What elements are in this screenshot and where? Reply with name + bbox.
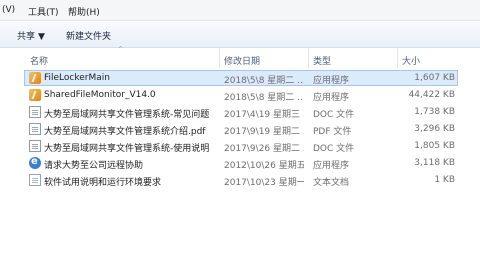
column-type[interactable]: 类型 <box>313 54 331 67</box>
file-name: 软件试用说明和运行环境要求 <box>44 178 162 188</box>
file-name: 请求大势至公司远程协助 <box>44 161 144 171</box>
new-folder-button[interactable]: 新建文件夹 <box>66 29 111 42</box>
command-bar: 共享 ▼ 新建文件夹 <box>0 21 480 48</box>
doc-icon <box>29 106 41 118</box>
column-header: 名称 修改日期 类型 大小 <box>0 48 480 68</box>
file-size: 1,607 KB <box>414 73 455 83</box>
app-icon <box>29 89 41 101</box>
file-name: 大势至局域网共享文件管理系统-使用说明 <box>44 144 210 154</box>
file-row[interactable]: 请求大势至公司远程协助 2012\10\26 星期五 ... 应用程序 3,11… <box>0 155 480 171</box>
file-date: 2012\10\26 星期五 ... <box>224 161 304 171</box>
doc-icon <box>29 140 41 152</box>
file-row[interactable]: 大势至局域网共享文件管理系统-使用说明 2017\9\26 星期二 ... DO… <box>0 138 480 154</box>
file-type: 应用程序 <box>313 93 350 103</box>
column-date[interactable]: 修改日期 <box>224 54 260 67</box>
file-size: 3,296 KB <box>414 124 455 134</box>
share-button[interactable]: 共享 ▼ <box>17 29 45 42</box>
menu-view[interactable]: (V) <box>2 5 15 15</box>
file-type: DOC 文件 <box>313 110 355 120</box>
file-size: 1 KB <box>434 175 455 185</box>
column-divider[interactable] <box>219 48 220 68</box>
sort-ascending-icon: ^ <box>118 46 124 53</box>
file-date: 2017\9\19 星期二 ... <box>224 127 304 137</box>
column-name[interactable]: 名称 <box>30 54 48 67</box>
column-divider[interactable] <box>397 48 398 68</box>
file-row[interactable]: 软件试用说明和运行环境要求 2017\10\23 星期一 ... 文本文档 1 … <box>0 172 480 188</box>
file-type: 应用程序 <box>313 76 350 86</box>
file-date: 2018\5\8 星期二 ... <box>224 76 304 86</box>
file-size: 44,422 KB <box>408 90 455 100</box>
file-row[interactable]: SharedFileMonitor_V14.0 2018\5\8 星期二 ...… <box>0 87 480 103</box>
file-size: 3,118 KB <box>414 158 455 168</box>
file-row[interactable]: FileLockerMain 2018\5\8 星期二 ... 应用程序 1,6… <box>0 70 480 86</box>
file-row[interactable]: 大势至局域网共享文件管理系统介绍.pdf 2017\9\19 星期二 ... P… <box>0 121 480 137</box>
chevron-down-icon: ▼ <box>38 32 45 42</box>
file-date: 2017\9\26 星期二 ... <box>224 144 304 154</box>
file-date: 2017\4\19 星期三 ... <box>224 110 304 120</box>
remote-app-icon <box>29 156 41 169</box>
file-name: FileLockerMain <box>44 73 110 83</box>
menu-bar: (V) 工具(T) 帮助(H) <box>0 0 480 21</box>
menu-help[interactable]: 帮助(H) <box>68 5 100 18</box>
file-size: 1,738 KB <box>414 107 455 117</box>
file-name: 大势至局域网共享文件管理系统介绍.pdf <box>44 127 206 137</box>
file-row[interactable]: 大势至局域网共享文件管理系统-常见问题 2017\4\19 星期三 ... DO… <box>0 104 480 120</box>
menu-tools[interactable]: 工具(T) <box>28 5 59 18</box>
app-icon <box>29 72 41 84</box>
share-label: 共享 <box>17 32 36 42</box>
file-size: 1,805 KB <box>414 141 455 151</box>
file-name: SharedFileMonitor_V14.0 <box>44 90 156 100</box>
file-type: 应用程序 <box>313 161 350 171</box>
file-type: DOC 文件 <box>313 144 355 154</box>
file-type: PDF 文件 <box>313 127 352 137</box>
text-file-icon <box>29 174 41 186</box>
file-type: 文本文档 <box>313 178 350 188</box>
doc-icon <box>29 123 41 135</box>
file-date: 2017\10\23 星期一 ... <box>224 178 304 188</box>
column-size[interactable]: 大小 <box>402 54 420 67</box>
file-name: 大势至局域网共享文件管理系统-常见问题 <box>44 110 210 120</box>
column-divider[interactable] <box>308 48 309 68</box>
file-date: 2018\5\8 星期二 ... <box>224 93 304 103</box>
